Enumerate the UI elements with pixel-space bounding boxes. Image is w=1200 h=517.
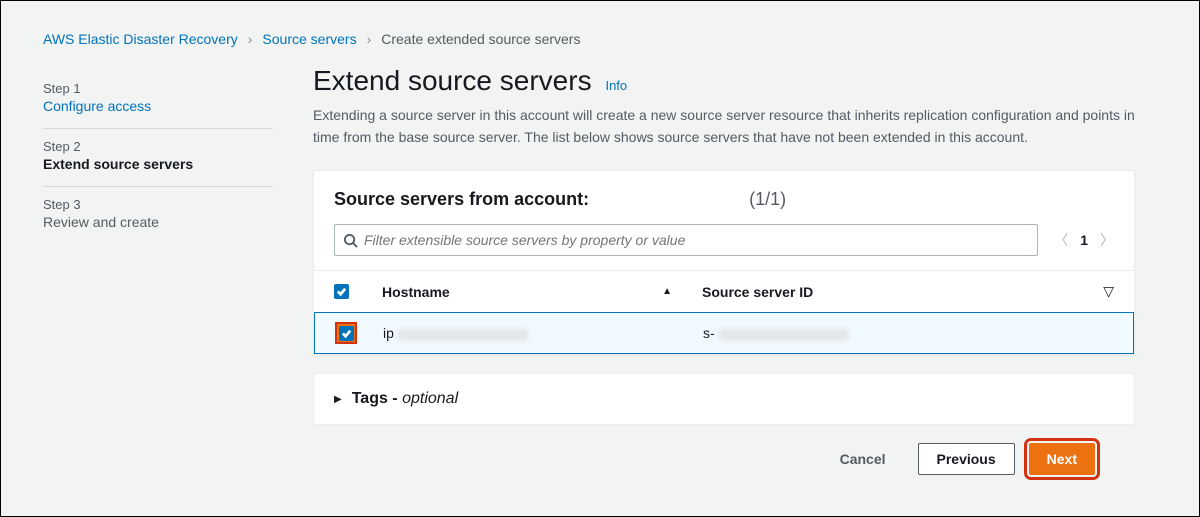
- search-icon: [343, 233, 358, 248]
- chevron-right-icon: ›: [367, 31, 372, 47]
- cancel-button[interactable]: Cancel: [822, 443, 904, 475]
- breadcrumb: AWS Elastic Disaster Recovery › Source s…: [43, 31, 1175, 47]
- wizard-steps: Step 1 Configure access Step 2 Extend so…: [43, 65, 273, 475]
- breadcrumb-section[interactable]: Source servers: [262, 31, 356, 47]
- info-link[interactable]: Info: [605, 78, 627, 93]
- pager: 〈 1 〉: [1054, 230, 1114, 250]
- wizard-footer: Cancel Previous Next: [313, 425, 1135, 475]
- step-2-number: Step 2: [43, 139, 273, 154]
- column-hostname[interactable]: Hostname ▲: [382, 284, 702, 300]
- table-header: Hostname ▲ Source server ID ▽: [314, 270, 1134, 312]
- search-input-wrapper[interactable]: [334, 224, 1038, 256]
- step-2-title: Extend source servers: [43, 156, 273, 172]
- page-number: 1: [1080, 232, 1088, 248]
- table-settings-icon[interactable]: ▽: [1074, 283, 1114, 300]
- redacted-text: [398, 329, 528, 341]
- breadcrumb-service[interactable]: AWS Elastic Disaster Recovery: [43, 31, 238, 47]
- page-prev[interactable]: 〈: [1054, 230, 1068, 250]
- panel-title: Source servers from account:: [334, 189, 589, 210]
- step-3-title: Review and create: [43, 214, 273, 230]
- column-source-id[interactable]: Source server ID: [702, 284, 1074, 300]
- page-next[interactable]: 〉: [1100, 230, 1114, 250]
- page-title: Extend source servers: [313, 65, 592, 97]
- next-button[interactable]: Next: [1029, 443, 1095, 475]
- previous-button[interactable]: Previous: [918, 443, 1015, 475]
- search-input[interactable]: [364, 232, 1029, 248]
- row-checkbox-highlight: [335, 322, 357, 344]
- redacted-text: [719, 329, 849, 341]
- source-servers-panel: Source servers from account: (1/1) 〈 1 〉: [313, 170, 1135, 355]
- page-description: Extending a source server in this accoun…: [313, 105, 1135, 148]
- caret-right-icon: ▶: [334, 394, 342, 405]
- panel-count: (1/1): [749, 189, 786, 210]
- row-checkbox[interactable]: [339, 326, 354, 341]
- cell-source-id: s-: [703, 325, 1073, 341]
- select-all-checkbox[interactable]: [334, 284, 349, 299]
- chevron-right-icon: ›: [248, 31, 253, 47]
- sort-asc-icon: ▲: [662, 286, 672, 297]
- tags-title: Tags - optional: [352, 390, 458, 408]
- tags-expander[interactable]: ▶ Tags - optional: [313, 373, 1135, 425]
- step-3-number: Step 3: [43, 197, 273, 212]
- step-1-number: Step 1: [43, 81, 273, 96]
- step-1-link[interactable]: Configure access: [43, 98, 273, 114]
- table-row[interactable]: ip s-: [314, 312, 1134, 354]
- cell-hostname: ip: [383, 325, 703, 341]
- breadcrumb-current: Create extended source servers: [381, 31, 580, 47]
